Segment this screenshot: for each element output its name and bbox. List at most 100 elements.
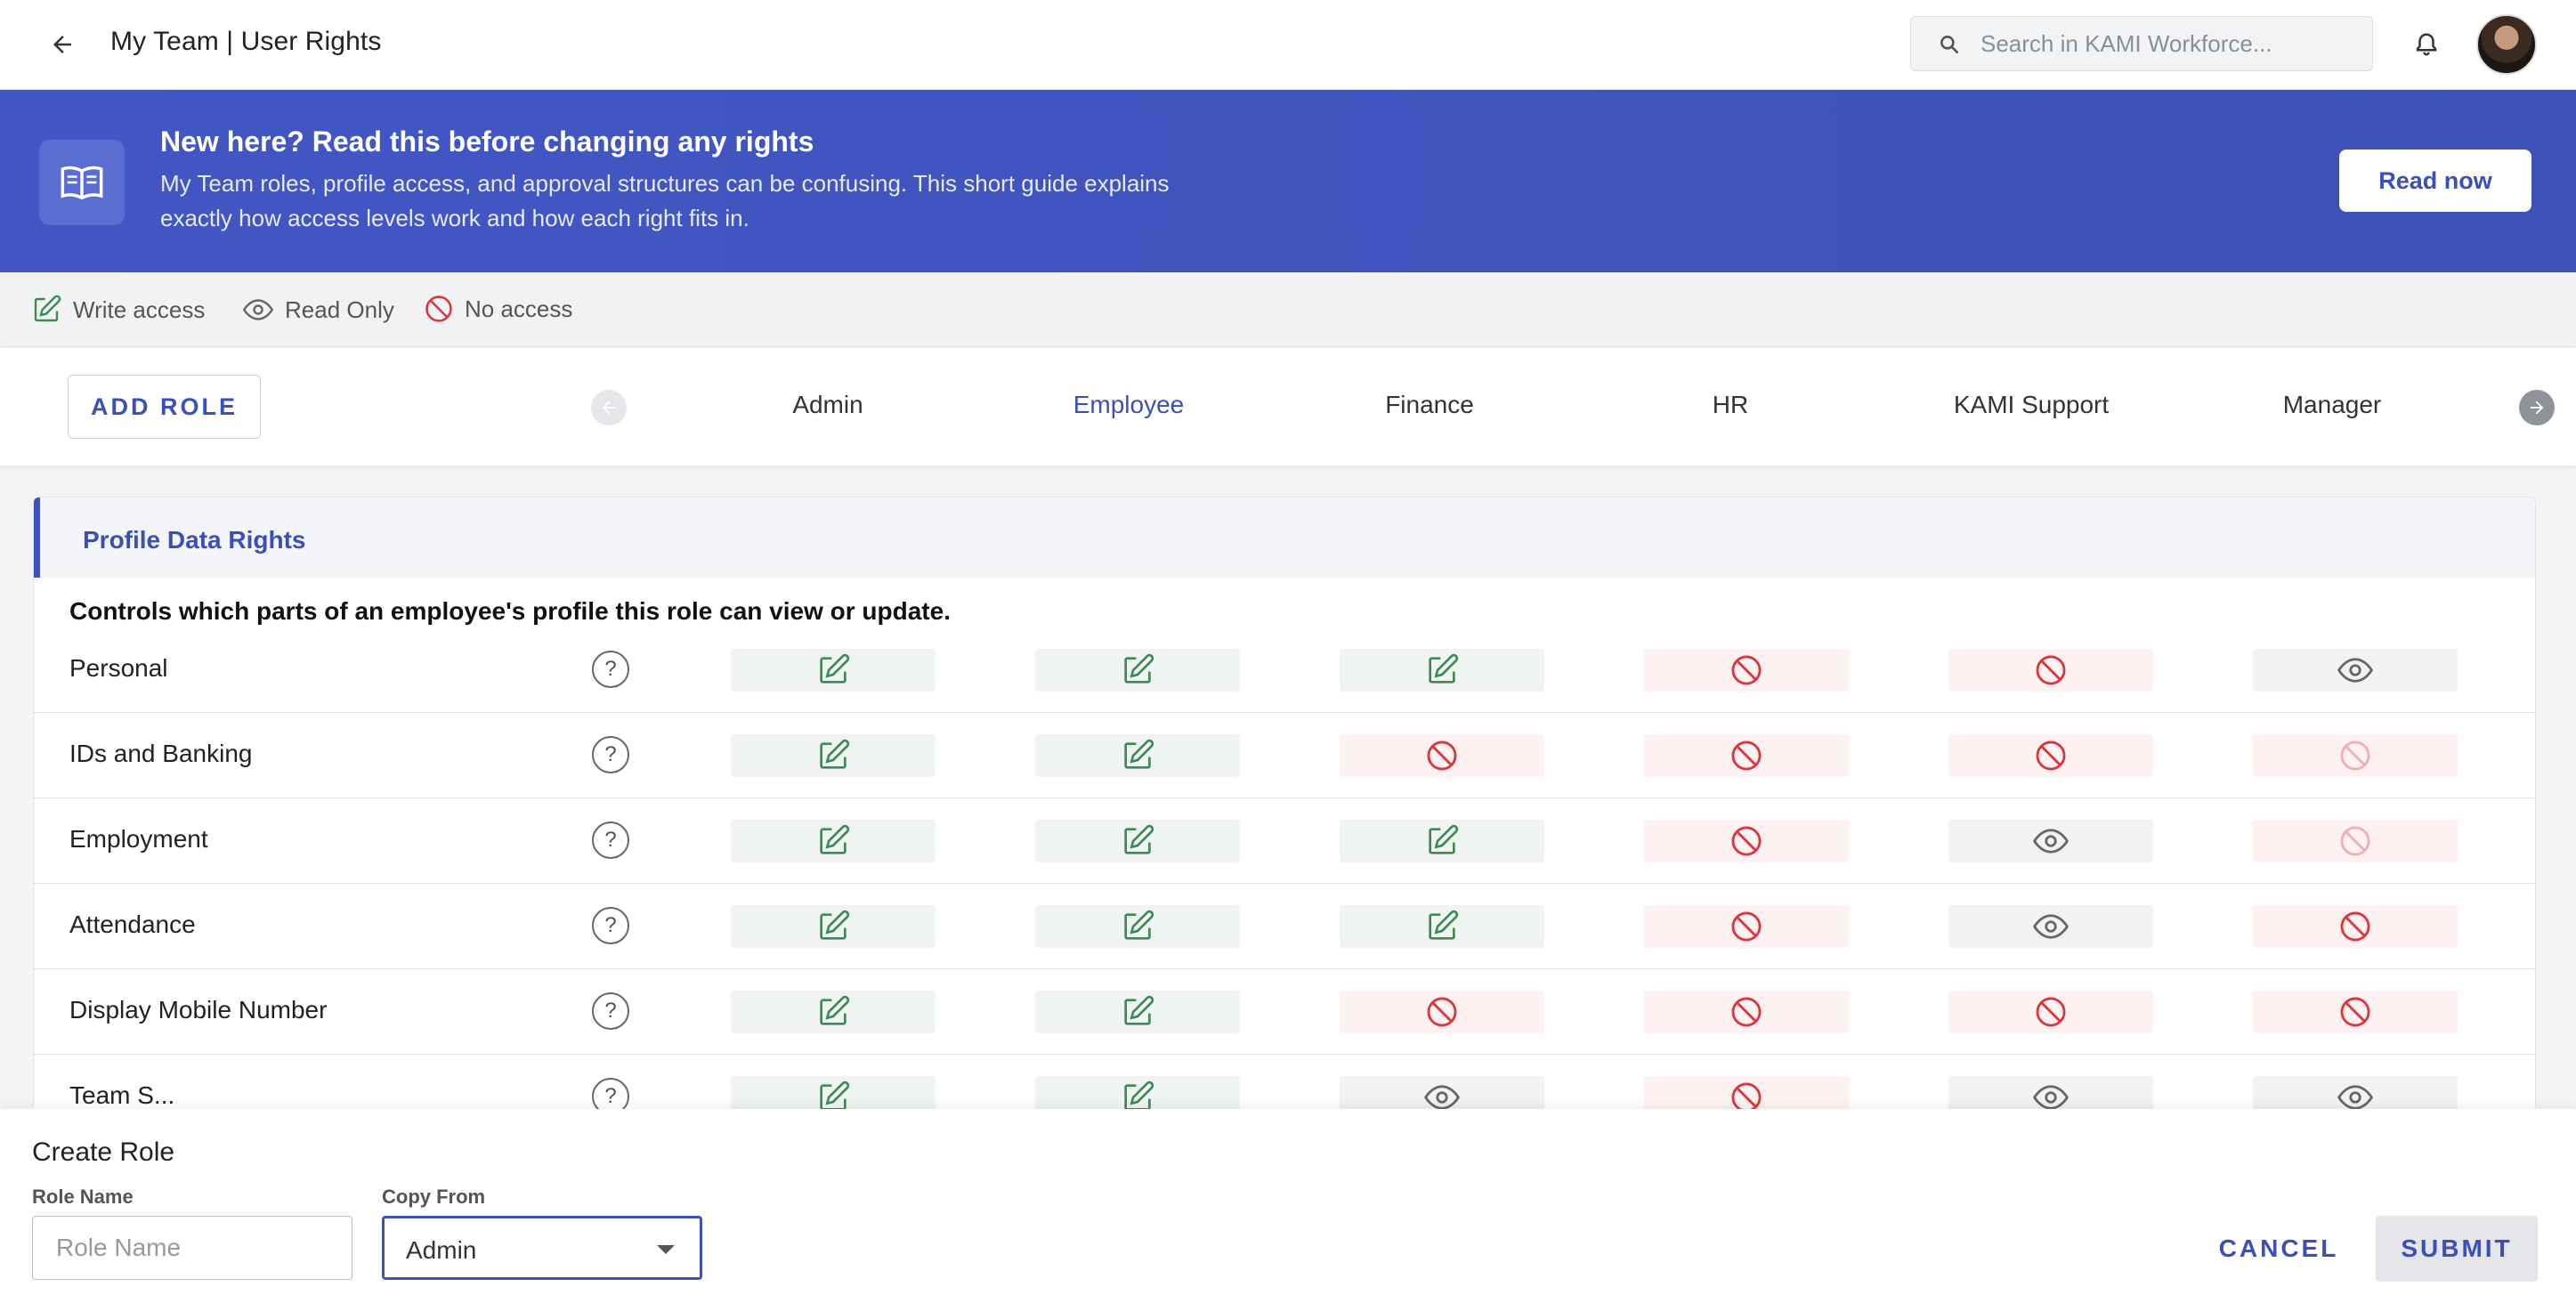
- notification-bell-icon[interactable]: [2405, 23, 2448, 66]
- help-icon[interactable]: ?: [592, 651, 629, 688]
- access-cell-employee[interactable]: [1035, 905, 1240, 948]
- help-icon[interactable]: ?: [592, 821, 629, 859]
- book-icon: [39, 140, 125, 225]
- search-box[interactable]: [1910, 16, 2373, 71]
- read-now-button[interactable]: Read now: [2339, 150, 2531, 212]
- access-cell-admin[interactable]: [731, 905, 936, 948]
- rights-row-label: Personal: [69, 654, 168, 682]
- rights-row-label: Display Mobile Number: [69, 996, 328, 1024]
- edit-icon: [34, 295, 61, 322]
- user-avatar[interactable]: [2476, 14, 2537, 75]
- role-tab-employee[interactable]: Employee: [1026, 391, 1231, 419]
- access-cell-manager[interactable]: [2253, 649, 2458, 692]
- edit-icon: [820, 824, 850, 854]
- access-cell-kami-support[interactable]: [1948, 649, 2153, 692]
- guide-banner: New here? Read this before changing any …: [0, 90, 2576, 272]
- role-tab-admin[interactable]: Admin: [725, 391, 930, 419]
- legend-read-label: Read Only: [285, 295, 394, 323]
- access-cell-kami-support[interactable]: [1948, 820, 2153, 862]
- no-access-icon: [1427, 741, 1457, 771]
- help-icon[interactable]: ?: [592, 736, 629, 773]
- legend-none-label: No access: [465, 295, 573, 322]
- access-cell-employee[interactable]: [1035, 649, 1240, 692]
- access-cell-finance[interactable]: [1340, 905, 1544, 948]
- access-cell-manager[interactable]: [2253, 820, 2458, 862]
- access-cell-finance[interactable]: [1340, 991, 1544, 1033]
- edit-icon: [1124, 824, 1154, 854]
- page-title: My Team | User Rights: [110, 27, 382, 56]
- search-input[interactable]: [1981, 26, 2354, 61]
- access-cell-admin[interactable]: [731, 734, 936, 777]
- no-access-icon: [2036, 655, 2066, 685]
- role-tabs-bar: ADD ROLE Admin Employee Finance HR KAMI …: [0, 348, 2576, 465]
- rights-row-label: IDs and Banking: [69, 740, 253, 767]
- access-cell-admin[interactable]: [731, 649, 936, 692]
- access-cell-employee[interactable]: [1035, 734, 1240, 777]
- role-tab-manager[interactable]: Manager: [2230, 391, 2434, 419]
- banner-text: My Team roles, profile access, and appro…: [160, 170, 1170, 231]
- access-cell-finance[interactable]: [1340, 649, 1544, 692]
- section-header: Profile Data Rights: [34, 498, 2535, 578]
- legend-write-label: Write access: [73, 295, 206, 323]
- access-cell-manager[interactable]: [2253, 734, 2458, 777]
- no-access-icon: [1731, 911, 1762, 942]
- legend-write: Write access: [30, 294, 205, 326]
- role-tab-hr[interactable]: HR: [1628, 391, 1833, 419]
- rights-row-label: Employment: [69, 825, 208, 853]
- access-cell-hr[interactable]: [1644, 649, 1849, 692]
- copy-from-select[interactable]: Admin: [382, 1216, 702, 1280]
- no-access-icon: [1731, 741, 1762, 771]
- help-icon[interactable]: ?: [592, 907, 629, 944]
- eye-icon: [2033, 829, 2069, 854]
- access-cell-employee[interactable]: [1035, 991, 1240, 1033]
- access-cell-kami-support[interactable]: [1948, 905, 2153, 948]
- help-icon[interactable]: ?: [592, 992, 629, 1030]
- no-access-icon: [2036, 997, 2066, 1027]
- access-cell-employee[interactable]: [1035, 820, 1240, 862]
- access-cell-hr[interactable]: [1644, 734, 1849, 777]
- rights-row-label: Attendance: [69, 910, 196, 938]
- edit-icon: [1124, 910, 1154, 940]
- access-cell-kami-support[interactable]: [1948, 991, 2153, 1033]
- no-access-icon: [1731, 655, 1762, 685]
- cancel-button[interactable]: CANCEL: [2206, 1220, 2352, 1277]
- edit-icon: [1429, 824, 1459, 854]
- legend-read: Read Only: [242, 294, 394, 326]
- no-access-icon: [2340, 741, 2370, 771]
- access-cell-kami-support[interactable]: [1948, 734, 2153, 777]
- no-access-icon: [425, 295, 452, 322]
- rights-row: IDs and Banking?: [34, 713, 2535, 798]
- dropdown-caret-icon: [657, 1245, 675, 1254]
- access-cell-admin[interactable]: [731, 991, 936, 1033]
- scroll-right-arrow-icon[interactable]: [2519, 390, 2555, 425]
- access-cell-finance[interactable]: [1340, 734, 1544, 777]
- rights-row: Employment?: [34, 798, 2535, 884]
- edit-icon: [820, 910, 850, 940]
- access-cell-hr[interactable]: [1644, 820, 1849, 862]
- role-name-input[interactable]: [32, 1216, 352, 1280]
- access-cell-hr[interactable]: [1644, 991, 1849, 1033]
- role-tab-kami-support[interactable]: KAMI Support: [1929, 391, 2134, 419]
- edit-icon: [1124, 995, 1154, 1025]
- edit-icon: [820, 995, 850, 1025]
- rights-row: Personal?: [34, 627, 2535, 713]
- top-app-bar: My Team | User Rights: [0, 0, 2576, 90]
- no-access-icon: [2340, 911, 2370, 942]
- no-access-icon: [2340, 826, 2370, 856]
- role-tab-finance[interactable]: Finance: [1327, 391, 1532, 419]
- edit-icon: [1124, 653, 1154, 684]
- back-arrow-icon[interactable]: [41, 23, 84, 66]
- access-cell-manager[interactable]: [2253, 905, 2458, 948]
- scroll-left-arrow-icon[interactable]: [591, 390, 627, 425]
- profile-data-rights-card: Profile Data Rights Controls which parts…: [33, 497, 2536, 1120]
- add-role-button[interactable]: ADD ROLE: [68, 375, 261, 439]
- rights-row: Attendance?: [34, 884, 2535, 969]
- rights-row: Display Mobile Number?: [34, 969, 2535, 1055]
- access-cell-manager[interactable]: [2253, 991, 2458, 1033]
- submit-button[interactable]: SUBMIT: [2376, 1216, 2538, 1282]
- access-cell-finance[interactable]: [1340, 820, 1544, 862]
- access-cell-admin[interactable]: [731, 820, 936, 862]
- access-cell-hr[interactable]: [1644, 905, 1849, 948]
- search-icon: [1940, 36, 1958, 53]
- role-name-label: Role Name: [32, 1186, 134, 1208]
